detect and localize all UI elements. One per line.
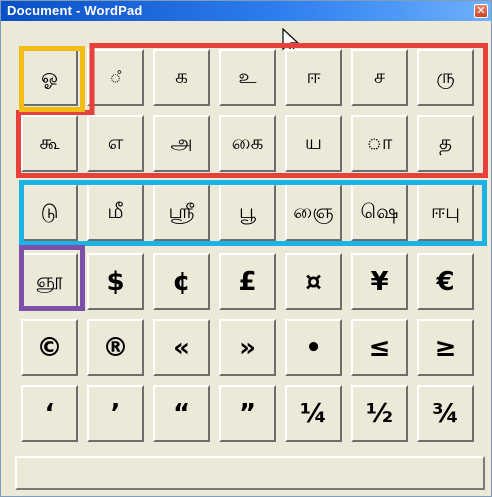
- status-bar: [15, 456, 485, 490]
- char-key[interactable]: ©: [21, 319, 78, 376]
- char-key[interactable]: கூ: [21, 115, 78, 172]
- char-key[interactable]: ய: [285, 115, 342, 172]
- close-button[interactable]: ✕: [474, 4, 488, 18]
- char-key[interactable]: ≥: [417, 319, 474, 376]
- character-grid: ஓ ஂ க உ ஈ ச ரு கூ எ அ கை ய ா த டு மீ ஸ்ர…: [21, 49, 474, 442]
- char-key[interactable]: ஓ: [21, 49, 78, 106]
- char-key[interactable]: ¥: [351, 253, 408, 310]
- char-key[interactable]: “: [153, 385, 210, 442]
- char-key[interactable]: ஞை: [285, 184, 342, 241]
- char-key[interactable]: ¼: [285, 385, 342, 442]
- char-key[interactable]: மீ: [87, 184, 144, 241]
- char-key[interactable]: ஈபு: [417, 184, 474, 241]
- char-key[interactable]: ®: [87, 319, 144, 376]
- char-key[interactable]: ≤: [351, 319, 408, 376]
- char-key[interactable]: ரு: [417, 49, 474, 106]
- char-key[interactable]: ஈ: [285, 49, 342, 106]
- char-key[interactable]: ‘: [21, 385, 78, 442]
- char-key[interactable]: ’: [87, 385, 144, 442]
- char-key[interactable]: ¾: [417, 385, 474, 442]
- char-key[interactable]: கை: [219, 115, 276, 172]
- char-key[interactable]: £: [219, 253, 276, 310]
- char-key[interactable]: €: [417, 253, 474, 310]
- char-key[interactable]: எ: [87, 115, 144, 172]
- char-key[interactable]: ¤: [285, 253, 342, 310]
- close-icon: ✕: [476, 4, 486, 17]
- title-bar[interactable]: Document - WordPad ✕: [1, 1, 491, 21]
- char-key[interactable]: த: [417, 115, 474, 172]
- wordpad-window: Document - WordPad ✕ ஓ ஂ க உ ஈ ச ரு கூ எ…: [0, 0, 492, 497]
- char-key[interactable]: ”: [219, 385, 276, 442]
- char-key[interactable]: க: [153, 49, 210, 106]
- char-key[interactable]: ஂ: [87, 49, 144, 106]
- char-key[interactable]: ா: [351, 115, 408, 172]
- char-key[interactable]: ¢: [153, 253, 210, 310]
- char-key[interactable]: •: [285, 319, 342, 376]
- char-key[interactable]: ச: [351, 49, 408, 106]
- char-key[interactable]: ஸ்ரீ: [153, 184, 210, 241]
- char-key[interactable]: பூ: [219, 184, 276, 241]
- window-title: Document - WordPad: [7, 3, 143, 18]
- char-key[interactable]: $: [87, 253, 144, 310]
- char-key[interactable]: உ: [219, 49, 276, 106]
- char-key[interactable]: ஷெ: [351, 184, 408, 241]
- char-key[interactable]: டு: [21, 184, 78, 241]
- char-key[interactable]: ஞூ: [21, 253, 78, 310]
- char-key[interactable]: அ: [153, 115, 210, 172]
- char-key[interactable]: »: [219, 319, 276, 376]
- char-key[interactable]: ½: [351, 385, 408, 442]
- char-key[interactable]: «: [153, 319, 210, 376]
